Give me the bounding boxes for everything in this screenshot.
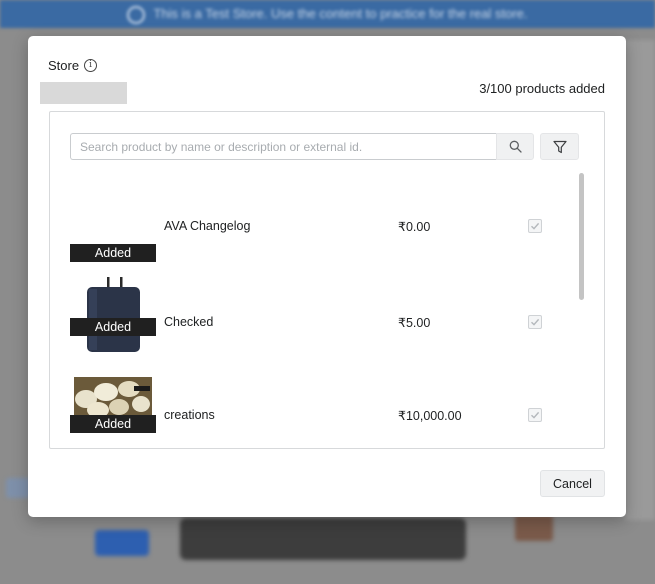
banner-info-icon [127,5,146,24]
product-name: creations [164,408,215,422]
checkmark-icon [531,222,540,230]
search-bar [70,133,579,160]
test-store-banner: This is a Test Store. Use the content to… [0,0,655,28]
product-price: ₹0.00 [398,220,431,234]
modal-title: Store [48,58,80,73]
product-row[interactable]: Added creations ₹10,000.00 [70,377,570,433]
product-thumbnail-empty: Added [70,206,156,262]
store-products-modal: Store i 3/100 products added Added [28,36,626,517]
charger-image [87,277,140,352]
background-media-bar [180,518,466,560]
search-input[interactable] [70,133,496,160]
products-added-count: 3/100 products added [479,81,605,96]
search-icon [509,140,522,153]
background-primary-button [95,530,149,556]
list-scrollbar[interactable] [579,173,584,300]
product-price: ₹5.00 [398,316,431,330]
loading-skeleton [40,82,127,104]
checkmark-icon [531,318,540,326]
cancel-button[interactable]: Cancel [540,470,605,497]
background-side-panel [625,40,655,520]
background-chip [6,478,30,498]
product-price: ₹10,000.00 [398,409,462,423]
product-row[interactable]: Added Checked ₹5.00 [70,277,570,352]
added-badge: Added [70,318,156,336]
banner-text: This is a Test Store. Use the content to… [153,6,528,21]
filter-button[interactable] [540,133,579,160]
added-badge: Added [70,415,156,433]
product-list-panel: Added AVA Changelog ₹0.00 Added Checked … [49,111,605,449]
product-name: Checked [164,315,214,329]
modal-header: Store i [48,58,98,73]
checkmark-icon [531,411,540,419]
product-thumbnail-food: Added [70,377,156,433]
background-thumbnail [515,515,553,541]
product-thumbnail-charger: Added [70,277,156,352]
added-badge: Added [70,244,156,262]
filter-icon [552,140,567,153]
product-checkbox[interactable] [528,219,542,233]
info-icon[interactable]: i [84,59,98,72]
search-button[interactable] [496,133,534,160]
product-name: AVA Changelog [164,219,251,233]
product-checkbox[interactable] [528,315,542,329]
product-checkbox[interactable] [528,408,542,422]
product-row[interactable]: Added AVA Changelog ₹0.00 [70,206,570,262]
